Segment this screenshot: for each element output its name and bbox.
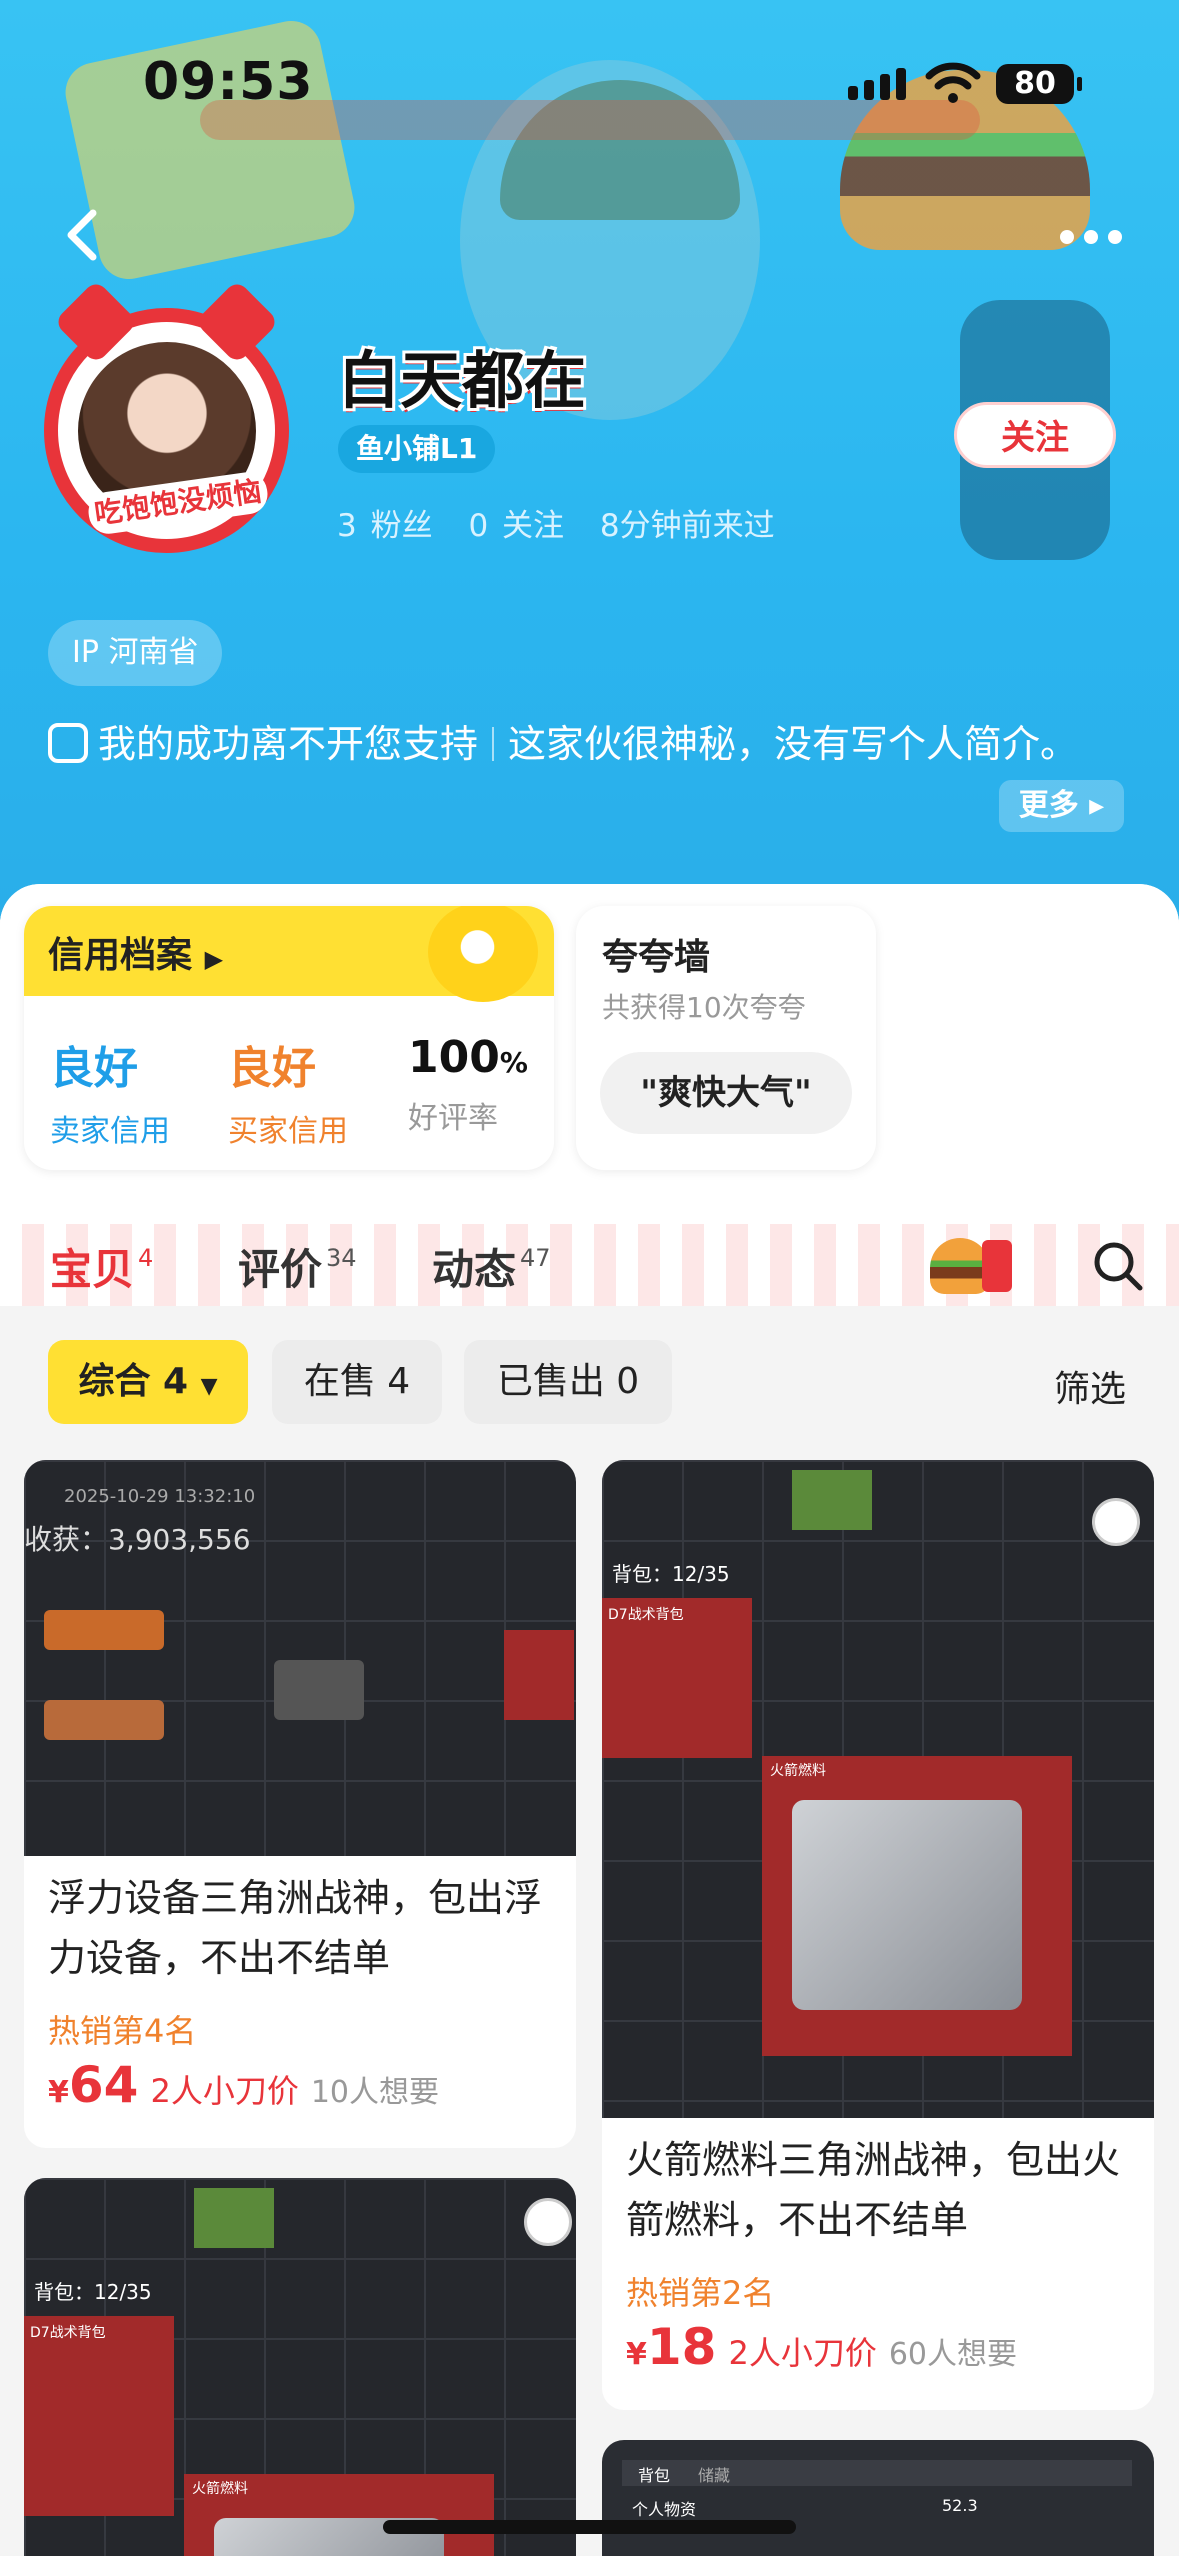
status-time: 09:53 xyxy=(143,52,314,112)
tab-moments[interactable]: 动态 47 xyxy=(432,1236,551,1297)
praise-title: 夸夸墙 xyxy=(602,937,711,978)
screenshot-pack: D7战术背包 xyxy=(30,2325,106,2341)
filter-on-sale[interactable]: 在售 4 xyxy=(272,1340,442,1424)
price-value: 64 xyxy=(68,2056,139,2114)
product-price: ¥18 xyxy=(626,2318,717,2376)
screenshot-label: 个人物资 xyxy=(632,2500,697,2519)
tab-items-label: 宝贝 xyxy=(50,1245,135,1294)
profile-name: 白天都在 xyxy=(338,344,587,417)
bio-more-label: 更多 xyxy=(1018,788,1079,823)
filter-all-label: 综合 4 xyxy=(78,1361,189,1402)
tab-items-count: 4 xyxy=(138,1244,154,1272)
bio-intro: 这家伙很神秘，没有写个人简介。 xyxy=(508,722,1079,766)
filter-sold[interactable]: 已售出 0 xyxy=(464,1340,672,1424)
screenshot-bag: 背包：12/35 xyxy=(34,2280,152,2304)
filter-sieve-button[interactable]: 筛选 xyxy=(1054,1360,1126,1412)
cola-icon xyxy=(982,1240,1012,1292)
hot-rank: 热销第4名 xyxy=(48,2012,197,2050)
filter-all[interactable]: 综合 4 ▼ xyxy=(48,1340,248,1424)
status-bar: 09:53 80 xyxy=(0,0,1179,140)
screenshot-date: 2025-10-29 13:32:10 xyxy=(64,1486,256,1507)
product-card[interactable]: 2025-10-29 13:32:10 收获：3,903,556 浮力设备三角洲… xyxy=(24,1460,576,2148)
tab-items[interactable]: 宝贝 4 xyxy=(50,1236,154,1303)
buyer-credit-value: 良好 xyxy=(228,1043,316,1094)
rifle-icon xyxy=(44,1610,164,1650)
link-icon[interactable] xyxy=(524,2198,572,2246)
credit-title: 信用档案 xyxy=(48,935,193,976)
rifle-icon xyxy=(44,1700,164,1740)
screenshot-value: 收获：3,903,556 xyxy=(24,1523,251,1556)
product-card[interactable]: 背包：12/35 D7战术背包 火箭燃料 xyxy=(24,2178,576,2556)
ip-location-badge: IP 河南省 xyxy=(48,620,223,686)
profile-bio: 我的成功离不开您支持 这家伙很神秘，没有写个人简介。 xyxy=(48,715,1133,773)
bio-text: 我的成功离不开您支持 xyxy=(98,722,479,766)
jerrycan-icon xyxy=(792,1800,1022,2010)
tab-reviews-label: 评价 xyxy=(238,1245,323,1294)
burger-icon xyxy=(930,1238,990,1294)
loot-slot xyxy=(194,2188,274,2248)
product-card[interactable]: 背包 储藏 个人物资 52.3 xyxy=(602,2440,1154,2556)
price-cut-label: 2人小刀价 xyxy=(150,2072,299,2110)
product-title: 浮力设备三角洲战神，包出浮力设备，不出不结单 xyxy=(48,1876,543,1980)
praise-subtitle: 共获得10次夸夸 xyxy=(602,991,806,1024)
loot-slot xyxy=(274,1660,364,1720)
fans-count[interactable]: 3 粉丝 xyxy=(337,508,433,544)
want-count: 10人想要 xyxy=(310,2075,440,2110)
follow-button[interactable]: 关注 xyxy=(954,402,1116,468)
praise-wall-card[interactable]: 夸夸墙 共获得10次夸夸 "爽快大气" xyxy=(576,906,876,1170)
want-count: 60人想要 xyxy=(888,2337,1018,2372)
screenshot-item: 火箭燃料 xyxy=(192,2481,248,2497)
bio-more-button[interactable]: 更多 ▸ xyxy=(999,780,1124,832)
screenshot-pack: D7战术背包 xyxy=(608,1607,684,1623)
product-image: 2025-10-29 13:32:10 收获：3,903,556 xyxy=(24,1460,576,1856)
screenshot-item: 火箭燃料 xyxy=(770,1763,826,1779)
battery-icon: 80 xyxy=(996,64,1082,104)
loot-slot xyxy=(504,1630,574,1720)
home-indicator xyxy=(383,2520,796,2534)
product-price: ¥64 xyxy=(48,2056,139,2114)
product-card[interactable]: 背包：12/35 D7战术背包 火箭燃料 火箭燃料三角洲战神，包出火箭燃料，不出… xyxy=(602,1460,1154,2410)
screenshot-tab: 储藏 xyxy=(698,2466,731,2485)
bio-divider xyxy=(492,727,495,761)
positive-rate-label: 好评率 xyxy=(408,1101,498,1136)
buyer-credit-label: 买家信用 xyxy=(228,1114,348,1149)
shop-level-badge[interactable]: 鱼小铺L1 xyxy=(338,425,496,473)
bio-icon xyxy=(48,723,88,763)
mascot-icon xyxy=(428,906,538,1002)
seller-credit-label: 卖家信用 xyxy=(50,1114,170,1149)
wifi-icon xyxy=(925,62,981,103)
profile-stats: 3 粉丝 0 关注 8分钟前来过 xyxy=(337,500,797,545)
following-count[interactable]: 0 关注 xyxy=(468,508,564,544)
back-arrow-icon[interactable] xyxy=(55,205,115,265)
chevron-right-icon: ▶ xyxy=(204,945,224,973)
tab-reviews[interactable]: 评价 34 xyxy=(238,1236,357,1297)
last-seen: 8分钟前来过 xyxy=(599,508,775,544)
price-cut-label: 2人小刀价 xyxy=(728,2334,877,2372)
loot-slot xyxy=(792,1470,872,1530)
product-image: 背包：12/35 D7战术背包 火箭燃料 xyxy=(602,1460,1154,2118)
tab-moments-count: 47 xyxy=(520,1244,551,1272)
product-image: 背包 储藏 个人物资 52.3 xyxy=(602,2440,1154,2556)
seller-credit-value: 良好 xyxy=(50,1043,138,1094)
search-icon[interactable] xyxy=(1090,1238,1146,1294)
link-icon[interactable] xyxy=(1092,1498,1140,1546)
price-value: 18 xyxy=(646,2318,717,2376)
praise-chip: "爽快大气" xyxy=(600,1052,852,1134)
signal-icon xyxy=(848,68,906,100)
caret-down-icon: ▼ xyxy=(200,1374,218,1399)
screenshot-bag: 背包：12/35 xyxy=(612,1562,730,1586)
positive-rate-unit: % xyxy=(499,1046,528,1079)
avatar[interactable]: 吃饱饱没烦恼 xyxy=(44,279,289,553)
screenshot-number: 52.3 xyxy=(942,2496,978,2515)
backpack-slot xyxy=(24,2316,174,2516)
tab-reviews-count: 34 xyxy=(326,1244,357,1272)
hot-rank: 热销第2名 xyxy=(626,2274,775,2312)
tab-moments-label: 动态 xyxy=(432,1245,517,1294)
screenshot-tab: 背包 xyxy=(638,2466,671,2485)
product-title: 火箭燃料三角洲战神，包出火箭燃料，不出不结单 xyxy=(626,2138,1121,2242)
positive-rate-value: 100 xyxy=(408,1032,500,1083)
product-image: 背包：12/35 D7战术背包 火箭燃料 xyxy=(24,2178,576,2556)
more-options-icon[interactable] xyxy=(1060,230,1122,244)
credit-profile-card[interactable]: 信用档案 ▶ 良好 卖家信用 良好 买家信用 100% 好评率 xyxy=(24,906,554,1170)
